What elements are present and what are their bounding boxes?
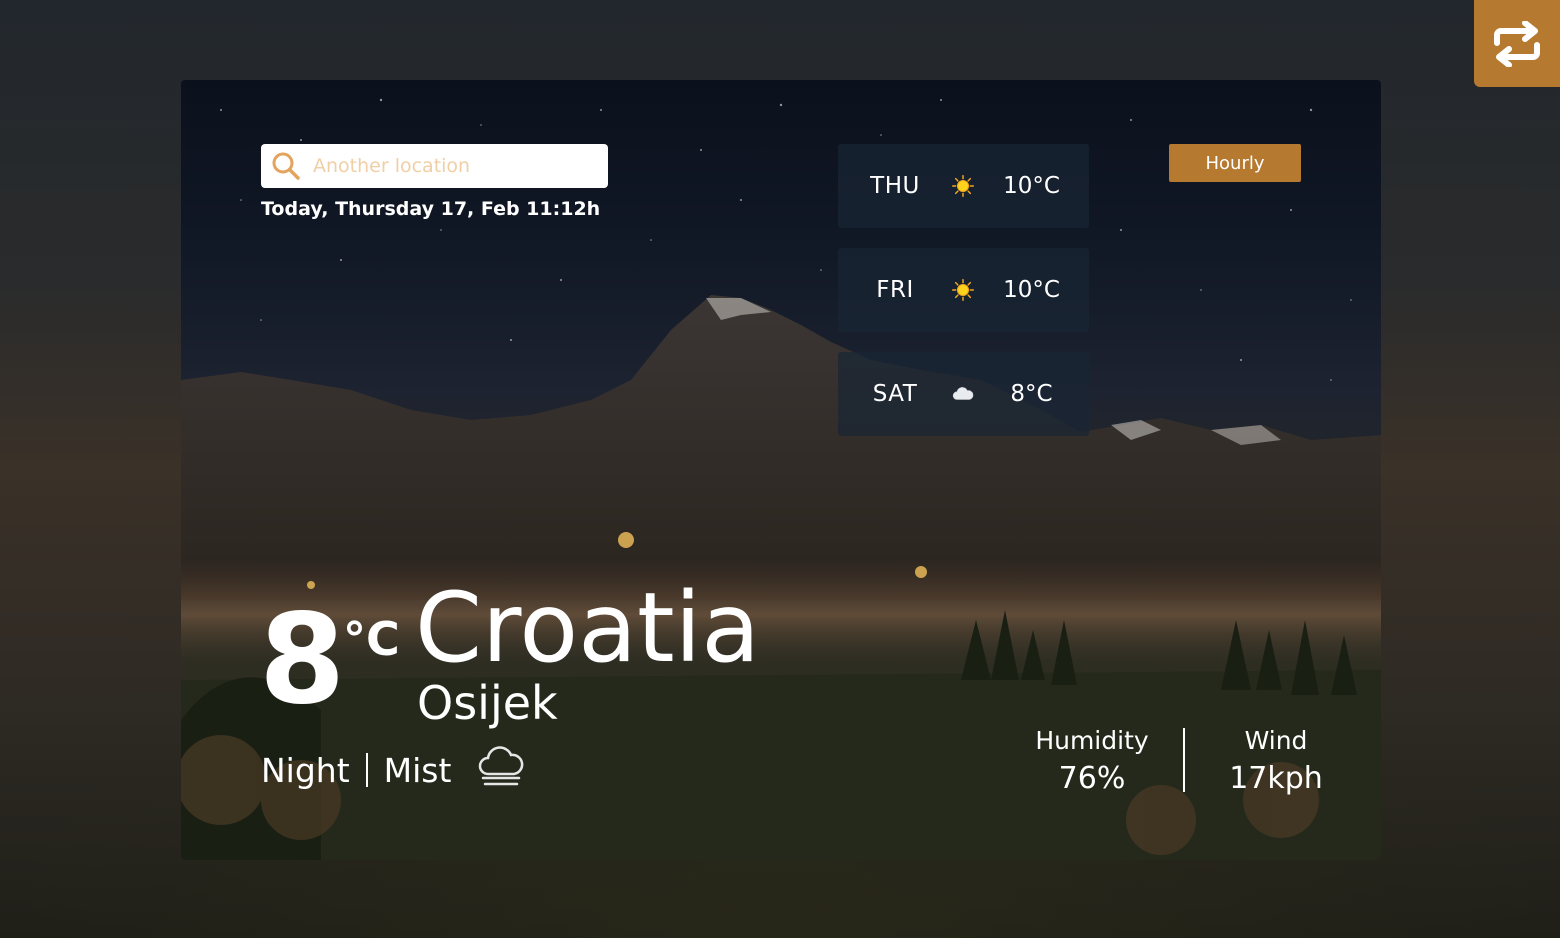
city-name: Osijek <box>417 676 558 730</box>
current-temperature: 8 <box>259 588 345 732</box>
forecast-item-thu[interactable]: THU 10°C <box>838 144 1089 228</box>
humidity-stat: Humidity 76% <box>1028 726 1156 796</box>
weather-condition: Mist <box>383 750 452 790</box>
sun-icon <box>952 279 974 301</box>
humidity-value: 76% <box>1058 761 1126 796</box>
forecast-temp: 8°C <box>1010 381 1053 407</box>
forecast-day: SAT <box>872 381 918 407</box>
condition-divider <box>365 753 368 787</box>
humidity-label: Humidity <box>1035 726 1149 755</box>
wind-stat: Wind 17kph <box>1212 726 1340 796</box>
mist-icon <box>479 746 524 786</box>
condition-row: Night Mist <box>261 744 525 796</box>
weather-stats: Humidity 76% Wind 17kph <box>1028 726 1340 796</box>
forecast-item-fri[interactable]: FRI 10°C <box>838 248 1089 332</box>
hourly-button[interactable]: Hourly <box>1169 144 1301 182</box>
country-name: Croatia <box>415 572 761 684</box>
search-input[interactable] <box>313 155 593 177</box>
swap-location-button[interactable] <box>1474 0 1560 87</box>
temperature-unit: °C <box>343 612 400 666</box>
wind-value: 17kph <box>1229 761 1323 796</box>
forecast-temp: 10°C <box>1003 277 1060 303</box>
forecast-temp: 10°C <box>1003 173 1060 199</box>
forecast-day: THU <box>870 173 920 199</box>
forecast-item-sat[interactable]: SAT 8°C <box>838 352 1089 436</box>
current-date: Today, Thursday 17, Feb 11:12h <box>261 198 601 220</box>
search-bar[interactable] <box>261 144 608 188</box>
stats-divider <box>1183 728 1185 792</box>
swap-arrows-icon <box>1494 20 1540 67</box>
weather-card: Today, Thursday 17, Feb 11:12h THU 10°C … <box>181 80 1381 860</box>
time-of-day: Night <box>261 750 350 790</box>
forecast-day: FRI <box>876 277 914 303</box>
sun-icon <box>952 175 974 197</box>
search-icon <box>272 152 300 180</box>
cloud-icon <box>952 387 974 400</box>
wind-label: Wind <box>1244 726 1308 755</box>
